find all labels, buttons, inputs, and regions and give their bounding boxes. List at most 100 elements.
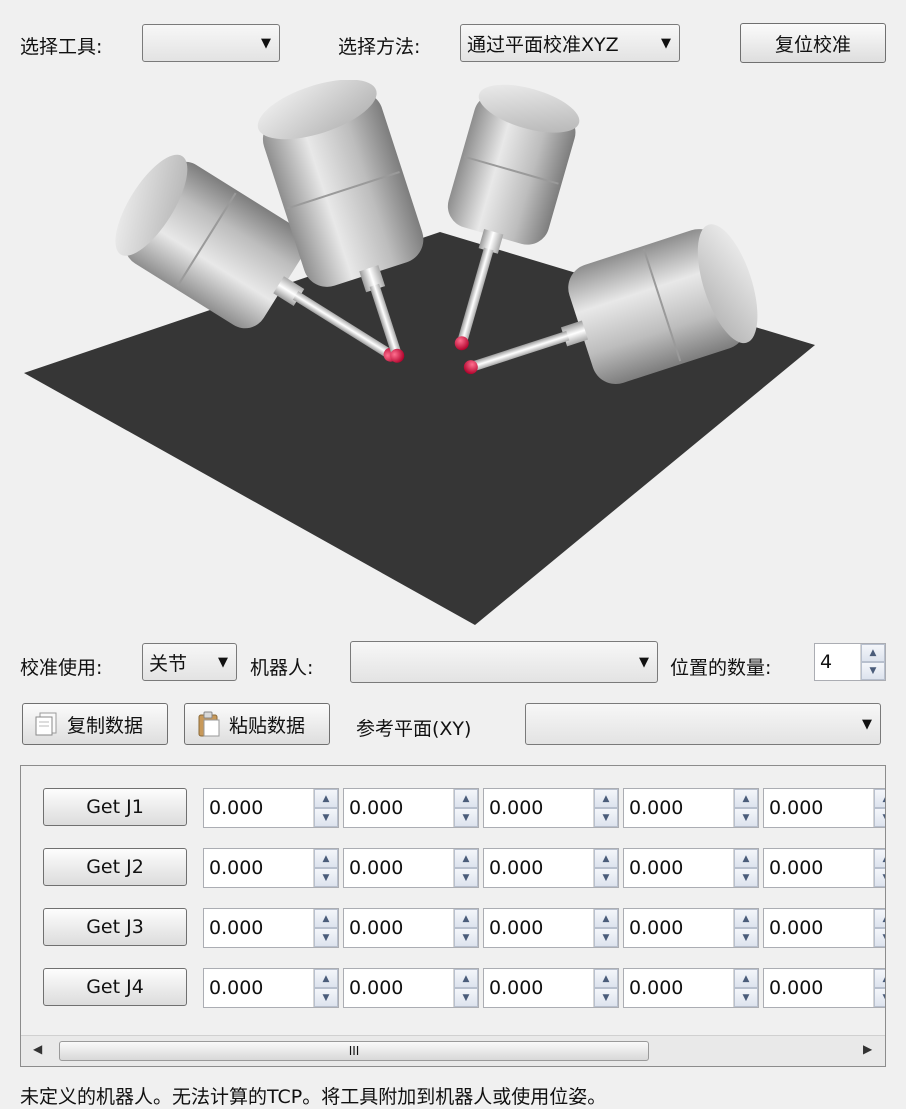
arrow-up-icon[interactable]: ▲ (314, 789, 338, 808)
arrow-down-icon[interactable]: ▼ (874, 928, 885, 947)
arrow-down-icon[interactable]: ▼ (734, 928, 758, 947)
arrow-down-icon[interactable]: ▼ (454, 928, 478, 947)
arrow-up-icon[interactable]: ▲ (874, 789, 885, 808)
select-method-dropdown[interactable]: 通过平面校准XYZ ▼ (460, 24, 680, 62)
scrollbar-grip: III (348, 1044, 360, 1058)
joint-value: 0.000 (769, 857, 824, 879)
arrow-up-icon[interactable]: ▲ (734, 909, 758, 928)
arrow-down-icon[interactable]: ▼ (454, 868, 478, 887)
arrow-up-icon[interactable]: ▲ (594, 969, 618, 988)
joint-value-stepper[interactable]: 0.000 ▲▼ (203, 848, 339, 888)
joint-value-stepper[interactable]: 0.000 ▲▼ (343, 848, 479, 888)
joint-value-stepper[interactable]: 0.000 ▲▼ (623, 968, 759, 1008)
num-positions-stepper[interactable]: 4 ▲ ▼ (814, 643, 886, 681)
joint-value: 0.000 (349, 797, 404, 819)
arrow-down-icon[interactable]: ▼ (594, 808, 618, 827)
joint-value-stepper[interactable]: 0.000 ▲▼ (483, 968, 619, 1008)
copy-data-label: 复制数据 (67, 714, 144, 737)
arrow-up-icon[interactable]: ▲ (874, 909, 885, 928)
select-method-label: 选择方法: (338, 36, 421, 58)
joint-value: 0.000 (629, 797, 684, 819)
joint-value-stepper[interactable]: 0.000 ▲▼ (203, 968, 339, 1008)
arrow-down-icon[interactable]: ▼ (594, 868, 618, 887)
num-positions-value: 4 (820, 651, 833, 673)
arrow-down-icon[interactable]: ▼ (734, 808, 758, 827)
arrow-up-icon[interactable]: ▲ (874, 849, 885, 868)
joint-value-stepper[interactable]: 0.000 ▲▼ (623, 848, 759, 888)
arrow-down-icon[interactable]: ▼ (874, 988, 885, 1007)
joint-value-stepper[interactable]: 0.000 ▲▼ (763, 908, 885, 948)
arrow-up-icon[interactable]: ▲ (734, 969, 758, 988)
clipboard-icon (198, 711, 220, 737)
arrow-up-icon[interactable]: ▲ (454, 789, 478, 808)
arrow-up-icon[interactable]: ▲ (314, 969, 338, 988)
arrow-up-icon[interactable]: ▲ (454, 909, 478, 928)
copy-data-button[interactable]: 复制数据 (22, 703, 168, 745)
robot-dropdown[interactable]: ▼ (350, 641, 658, 683)
select-tool-dropdown[interactable]: ▼ (142, 24, 280, 62)
arrow-down-icon[interactable]: ▼ (594, 928, 618, 947)
arrow-down-icon[interactable]: ▼ (314, 808, 338, 827)
arrow-down-icon[interactable]: ▼ (874, 868, 885, 887)
arrow-down-icon[interactable]: ▼ (314, 988, 338, 1007)
reset-calibration-label: 复位校准 (774, 33, 851, 56)
joint-value: 0.000 (629, 917, 684, 939)
chevron-down-icon: ▼ (862, 716, 872, 732)
joint-value: 0.000 (629, 857, 684, 879)
joint-value-stepper[interactable]: 0.000 ▲▼ (483, 908, 619, 948)
joint-value-stepper[interactable]: 0.000 ▲▼ (763, 788, 885, 828)
select-tool-label: 选择工具: (20, 36, 103, 58)
joint-value-stepper[interactable]: 0.000 ▲▼ (623, 908, 759, 948)
joint-value: 0.000 (489, 977, 544, 999)
get-joint-button[interactable]: Get J3 (43, 908, 187, 946)
joint-value-stepper[interactable]: 0.000 ▲▼ (763, 968, 885, 1008)
arrow-up-icon[interactable]: ▲ (314, 909, 338, 928)
joint-value-stepper[interactable]: 0.000 ▲▼ (623, 788, 759, 828)
joint-data-panel: Get J10.000▲▼0.000▲▼0.000▲▼0.000▲▼0.000▲… (20, 765, 886, 1067)
reference-plane-label: 参考平面(XY) (356, 718, 472, 740)
get-joint-button[interactable]: Get J4 (43, 968, 187, 1006)
arrow-up-icon[interactable]: ▲ (454, 969, 478, 988)
get-joint-button[interactable]: Get J2 (43, 848, 187, 886)
arrow-up-icon[interactable]: ▲ (454, 849, 478, 868)
get-joint-label: Get J1 (86, 796, 144, 818)
joint-value-stepper[interactable]: 0.000 ▲▼ (203, 788, 339, 828)
arrow-up-icon[interactable]: ▲ (314, 849, 338, 868)
arrow-up-icon[interactable]: ▲ (861, 644, 885, 662)
get-joint-label: Get J3 (86, 916, 144, 938)
joint-value-stepper[interactable]: 0.000 ▲▼ (343, 788, 479, 828)
joint-value-stepper[interactable]: 0.000 ▲▼ (203, 908, 339, 948)
arrow-up-icon[interactable]: ▲ (874, 969, 885, 988)
scrollbar-thumb[interactable]: III (59, 1041, 649, 1061)
scroll-right-icon[interactable]: ▶ (863, 1042, 872, 1056)
reset-calibration-button[interactable]: 复位校准 (740, 23, 886, 63)
arrow-up-icon[interactable]: ▲ (594, 849, 618, 868)
arrow-up-icon[interactable]: ▲ (594, 789, 618, 808)
joint-value: 0.000 (489, 857, 544, 879)
scroll-left-icon[interactable]: ◀ (33, 1042, 42, 1056)
horizontal-scrollbar[interactable]: ◀ III ▶ (21, 1035, 885, 1066)
joint-value-stepper[interactable]: 0.000 ▲▼ (343, 968, 479, 1008)
arrow-down-icon[interactable]: ▼ (454, 988, 478, 1007)
joint-value-stepper[interactable]: 0.000 ▲▼ (343, 908, 479, 948)
arrow-down-icon[interactable]: ▼ (314, 928, 338, 947)
arrow-up-icon[interactable]: ▲ (734, 789, 758, 808)
arrow-up-icon[interactable]: ▲ (734, 849, 758, 868)
arrow-down-icon[interactable]: ▼ (314, 868, 338, 887)
joint-value-stepper[interactable]: 0.000 ▲▼ (763, 848, 885, 888)
arrow-up-icon[interactable]: ▲ (594, 909, 618, 928)
arrow-down-icon[interactable]: ▼ (734, 988, 758, 1007)
joint-value-stepper[interactable]: 0.000 ▲▼ (483, 788, 619, 828)
arrow-down-icon[interactable]: ▼ (594, 988, 618, 1007)
reference-plane-dropdown[interactable]: ▼ (525, 703, 881, 745)
arrow-down-icon[interactable]: ▼ (454, 808, 478, 827)
get-joint-button[interactable]: Get J1 (43, 788, 187, 826)
calib-using-dropdown[interactable]: 关节 ▼ (142, 643, 237, 681)
paste-data-button[interactable]: 粘贴数据 (184, 703, 330, 745)
joint-value: 0.000 (209, 917, 264, 939)
arrow-down-icon[interactable]: ▼ (874, 808, 885, 827)
joint-value-stepper[interactable]: 0.000 ▲▼ (483, 848, 619, 888)
arrow-down-icon[interactable]: ▼ (734, 868, 758, 887)
joint-value: 0.000 (769, 977, 824, 999)
arrow-down-icon[interactable]: ▼ (861, 662, 885, 680)
